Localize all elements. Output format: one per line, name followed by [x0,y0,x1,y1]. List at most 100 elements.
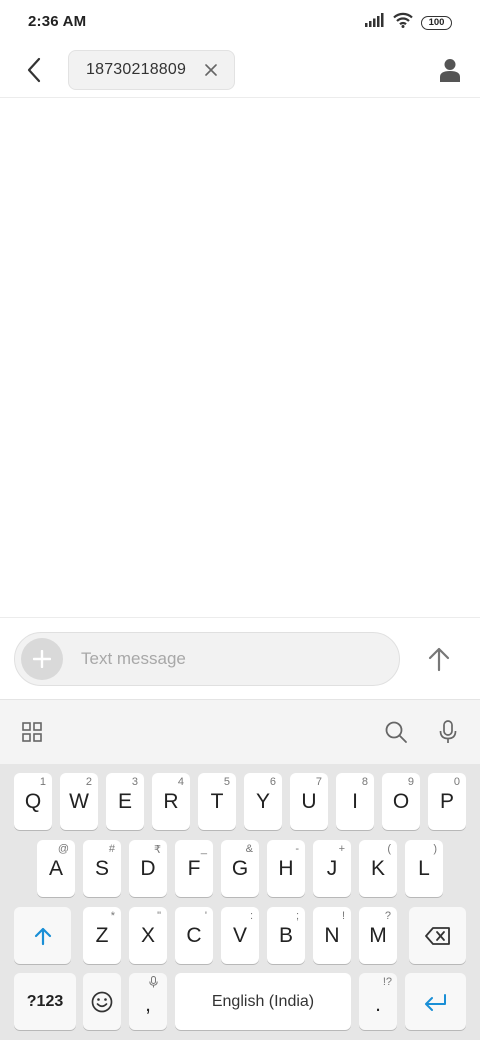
key-label: C [186,923,202,947]
key-label: Y [255,789,270,813]
keyboard-search-button[interactable] [382,718,410,746]
key-i[interactable]: 8I [336,773,374,830]
key-y[interactable]: 6Y [244,773,282,830]
compose-field[interactable] [14,632,400,686]
symbols-key[interactable]: ?123 [14,973,76,1030]
remove-recipient-button[interactable] [202,61,220,79]
key-d[interactable]: ₹ D [129,840,167,897]
symbols-key-label: ?123 [26,992,64,1010]
key-p[interactable]: 0P [428,773,466,830]
key-label: G [231,856,249,880]
key-hint: ' [204,910,207,922]
recipient-chip[interactable]: 18730218809 [68,50,235,90]
key-label: B [278,923,293,947]
key-hint: 4 [177,776,184,788]
message-thread[interactable] [0,98,480,617]
key-f[interactable]: _ F [175,840,213,897]
key-o[interactable]: 9O [382,773,420,830]
status-time: 2:36 AM [28,13,87,30]
add-contact-button[interactable] [434,54,466,86]
key-label: M [369,923,387,947]
key-label: U [301,789,317,813]
chevron-left-icon [27,57,41,83]
shift-key[interactable] [14,907,71,964]
key-s[interactable]: # S [83,840,121,897]
period-key[interactable]: !? . [359,973,397,1030]
key-k[interactable]: (K [359,840,397,897]
space-key-label: English (India) [211,992,315,1010]
send-button[interactable] [422,642,456,676]
key-e[interactable]: 3E [106,773,144,830]
key-h[interactable]: -H [267,840,305,897]
key-hint: 1 [39,776,46,788]
smiley-icon [91,991,113,1012]
key-l[interactable]: ) L [405,840,443,897]
enter-key[interactable] [405,973,466,1030]
key-q[interactable]: 1Q [14,773,52,830]
key-r[interactable]: 4R [152,773,190,830]
key-hint: - [295,843,299,855]
key-label: F [187,856,201,880]
arrow-up-icon [428,647,450,672]
key-label: K [370,856,385,880]
key-hint: + [338,843,345,855]
microphone-hint-icon [149,976,158,991]
key-hint: ! [341,910,345,922]
key-label: H [278,856,294,880]
backspace-key[interactable] [409,907,466,964]
key-hint: @ [57,843,69,855]
signal-icon [365,13,385,32]
key-label: J [326,856,338,880]
key-hint: & [245,843,253,855]
key-label: L [418,856,430,880]
comma-key[interactable]: , [129,973,167,1030]
key-hint: " [157,910,161,922]
key-hint: * [110,910,115,922]
search-icon [385,721,407,743]
space-key[interactable]: English (India) [175,973,351,1030]
key-j[interactable]: + J [313,840,351,897]
key-label: R [163,789,179,813]
key-label: N [324,923,340,947]
key-x[interactable]: " X [129,907,167,964]
key-hint: 3 [131,776,138,788]
key-c[interactable]: ' C [175,907,213,964]
message-input[interactable] [81,649,361,669]
period-key-sub: !? [382,976,392,988]
emoji-key[interactable] [83,973,121,1030]
key-label: I [352,789,358,813]
shift-arrow-icon [34,927,51,945]
key-m[interactable]: ? M [359,907,397,964]
comma-key-label: , [145,992,151,1016]
voice-input-button[interactable] [434,718,462,746]
attach-button[interactable] [21,638,63,680]
key-label: Q [24,789,42,813]
key-label: S [94,856,109,880]
period-key-label: . [375,992,381,1016]
key-label: W [69,789,89,813]
key-hint: 2 [85,776,92,788]
key-hint: _ [200,843,207,855]
key-u[interactable]: 7U [290,773,328,830]
key-b[interactable]: ; B [267,907,305,964]
keyboard: 1Q2W3E4R5T6Y7U8I9O0P @ A # S ₹ D _ F & G - H + J(K) L … [0,764,480,1040]
key-n[interactable]: ! N [313,907,351,964]
status-bar: 2:36 AM 100 [0,0,480,44]
key-t[interactable]: 5T [198,773,236,830]
back-button[interactable] [16,52,52,88]
key-hint: ? [384,910,391,922]
microphone-icon [439,720,457,743]
key-g[interactable]: & G [221,840,259,897]
key-a[interactable]: @ A [37,840,75,897]
key-hint: 0 [453,776,460,788]
key-hint: ( [387,843,391,855]
battery-icon: 100 [421,15,452,30]
close-icon [205,64,217,76]
key-z[interactable]: * Z [83,907,121,964]
compose-bar [0,617,480,699]
battery-level: 100 [428,17,445,28]
key-w[interactable]: 2W [60,773,98,830]
key-label: T [210,789,224,813]
keyboard-menu-button[interactable] [18,718,46,746]
key-v[interactable]: :V [221,907,259,964]
